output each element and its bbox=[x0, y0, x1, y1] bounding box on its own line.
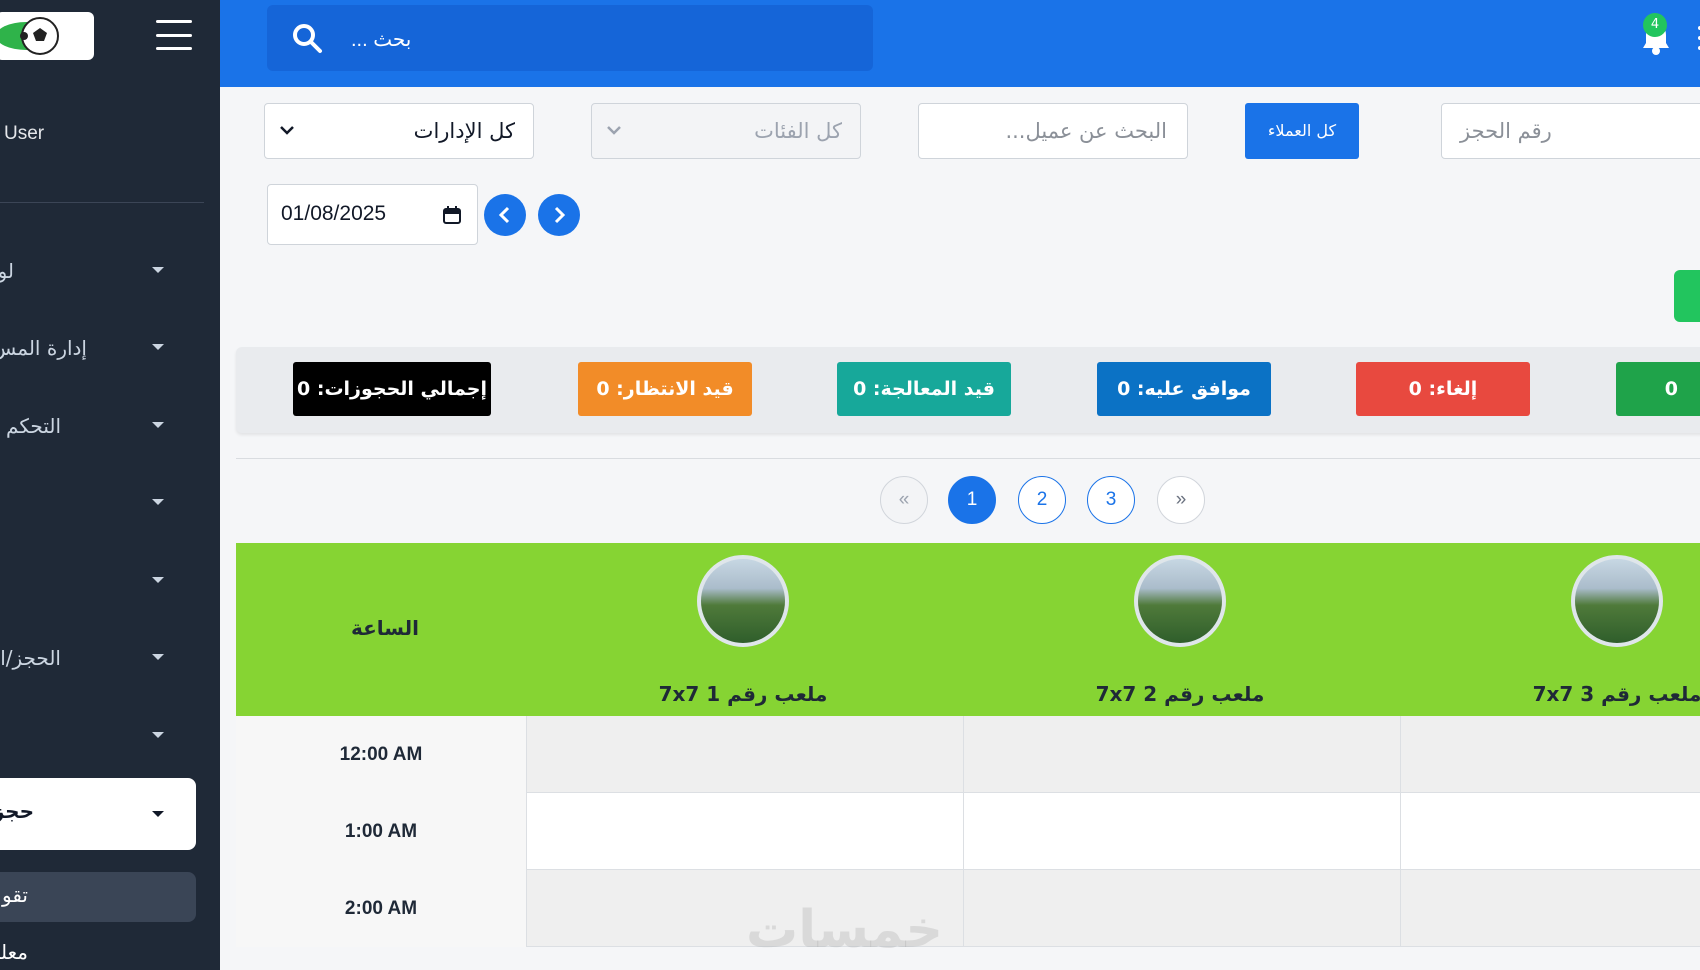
court-column-2[interactable]: ملعب رقم 2 7x7 bbox=[1030, 555, 1330, 706]
soccer-ball-icon bbox=[0, 17, 59, 55]
pagination-next[interactable]: » bbox=[1157, 476, 1205, 524]
chevron-down-icon bbox=[152, 422, 164, 428]
sidebar: User لوحة إدارة المس التحكم ال الحجز/ال bbox=[0, 0, 220, 970]
watermark: خمسات bbox=[746, 900, 944, 960]
chevron-left-icon bbox=[498, 206, 510, 224]
sidebar-item-label: التحكم bbox=[6, 414, 61, 438]
sidebar-item-5[interactable] bbox=[0, 556, 196, 606]
chevron-down-icon bbox=[152, 577, 164, 583]
court-photo bbox=[697, 555, 789, 647]
chevron-down-icon bbox=[152, 267, 164, 273]
table-row: 1:00 AM bbox=[236, 793, 1700, 870]
brand-area bbox=[0, 0, 220, 87]
hamburger-menu-icon[interactable] bbox=[156, 20, 192, 50]
sidebar-item-label: الحجز/ال bbox=[0, 646, 61, 670]
pagination-prev[interactable]: « bbox=[880, 476, 928, 524]
sidebar-item-control[interactable]: التحكم bbox=[0, 401, 196, 451]
divider bbox=[236, 458, 1700, 459]
court-name: ملعب رقم 2 7x7 bbox=[1095, 682, 1265, 706]
pagination-page-3[interactable]: 3 bbox=[1087, 476, 1135, 524]
chevron-right-icon bbox=[554, 206, 566, 224]
time-label: 2:00 AM bbox=[236, 870, 526, 947]
all-customers-button[interactable]: كل العملاء bbox=[1245, 103, 1359, 159]
slot-cell[interactable] bbox=[963, 870, 1400, 947]
sidebar-item-4[interactable]: ال bbox=[0, 478, 196, 528]
departments-select[interactable]: كل الإدارات bbox=[264, 103, 534, 159]
categories-select-value: كل الفئات bbox=[754, 119, 842, 143]
court-name: ملعب رقم 3 7x7 bbox=[1532, 682, 1700, 706]
slot-cell[interactable] bbox=[963, 716, 1400, 793]
sidebar-item-dashboard[interactable]: لوحة bbox=[0, 246, 196, 296]
notification-badge: 4 bbox=[1643, 13, 1667, 37]
logo[interactable] bbox=[0, 12, 94, 60]
search-input[interactable]: ... بحث bbox=[267, 5, 873, 71]
slot-cell[interactable] bbox=[1400, 716, 1700, 793]
sidebar-item-7[interactable] bbox=[0, 711, 196, 761]
search-icon bbox=[293, 24, 322, 53]
chevron-down-icon bbox=[152, 811, 164, 817]
pagination-page-1[interactable]: 1 bbox=[948, 476, 996, 524]
date-value: 01/08/2025 bbox=[281, 202, 387, 225]
sidebar-item-reservations-active[interactable]: حجز bbox=[0, 778, 196, 850]
stat-completed: 0 bbox=[1616, 362, 1700, 416]
next-date-button[interactable] bbox=[538, 194, 580, 236]
slot-cell[interactable] bbox=[526, 793, 963, 870]
schedule-grid: 12:00 AM 1:00 AM 2:00 AM bbox=[236, 716, 1700, 970]
chevron-down-icon bbox=[607, 126, 621, 135]
chevron-down-icon bbox=[152, 654, 164, 660]
hour-column-header: الساعة bbox=[351, 616, 420, 640]
court-column-1[interactable]: ملعب رقم 1 7x7 bbox=[593, 555, 893, 706]
table-row: 2:00 AM bbox=[236, 870, 1700, 947]
sidebar-item-label: لوحة bbox=[0, 259, 14, 283]
slot-cell[interactable] bbox=[526, 716, 963, 793]
stat-pending: قيد الانتظار: 0 bbox=[578, 362, 752, 416]
sidebar-subitem-calendar[interactable]: تقو bbox=[0, 872, 196, 922]
sidebar-item-label: حجز bbox=[0, 799, 34, 823]
customer-search-placeholder: البحث عن عميل... bbox=[1005, 119, 1167, 143]
chevron-down-icon bbox=[152, 499, 164, 505]
time-label: 1:00 AM bbox=[236, 793, 526, 870]
court-name: ملعب رقم 1 7x7 bbox=[658, 682, 828, 706]
search-placeholder: ... بحث bbox=[351, 29, 412, 51]
chevron-down-icon bbox=[152, 344, 164, 350]
court-column-3[interactable]: ملعب رقم 3 7x7 bbox=[1467, 555, 1700, 706]
sidebar-item-booking[interactable]: الحجز/ال bbox=[0, 633, 196, 683]
stat-total: إجمالي الحجوزات: 0 bbox=[293, 362, 491, 416]
stat-approved: موافق عليه: 0 bbox=[1097, 362, 1271, 416]
sidebar-item-label: إدارة المس bbox=[0, 336, 87, 360]
sidebar-subitem-info[interactable]: معلو bbox=[0, 934, 196, 970]
slot-cell[interactable] bbox=[963, 793, 1400, 870]
sidebar-item-management[interactable]: إدارة المس bbox=[0, 323, 196, 373]
top-bar: ... بحث 4 bbox=[220, 0, 1700, 87]
schedule-header: الساعة ملعب رقم 1 7x7 ملعب رقم 2 7x7 ملع… bbox=[236, 543, 1700, 716]
sidebar-subitem-label: تقو bbox=[1, 883, 28, 907]
court-photo bbox=[1571, 555, 1663, 647]
app-root: User لوحة إدارة المس التحكم ال الحجز/ال bbox=[0, 0, 1700, 970]
table-row: 12:00 AM bbox=[236, 716, 1700, 793]
add-booking-button[interactable] bbox=[1674, 270, 1700, 322]
categories-select[interactable]: كل الفئات bbox=[591, 103, 861, 159]
stat-cancelled: إلغاء: 0 bbox=[1356, 362, 1530, 416]
calendar-icon[interactable] bbox=[442, 205, 462, 225]
prev-date-button[interactable] bbox=[484, 194, 526, 236]
chevron-down-icon bbox=[280, 126, 294, 135]
chevron-down-icon bbox=[152, 732, 164, 738]
booking-number-input[interactable]: رقم الحجز bbox=[1441, 103, 1700, 159]
court-photo bbox=[1134, 555, 1226, 647]
slot-cell[interactable] bbox=[1400, 793, 1700, 870]
booking-number-placeholder: رقم الحجز bbox=[1460, 119, 1552, 143]
stats-bar: إجمالي الحجوزات: 0 قيد الانتظار: 0 قيد ا… bbox=[236, 347, 1700, 433]
customer-search-input[interactable]: البحث عن عميل... bbox=[918, 103, 1188, 159]
time-label: 12:00 AM bbox=[236, 716, 526, 793]
slot-cell[interactable] bbox=[1400, 870, 1700, 947]
user-name: User bbox=[4, 123, 45, 144]
sidebar-subitem-label: معلو bbox=[0, 940, 28, 964]
departments-select-value: كل الإدارات bbox=[413, 119, 515, 143]
sidebar-divider bbox=[0, 202, 204, 203]
pagination-page-2[interactable]: 2 bbox=[1018, 476, 1066, 524]
stat-processing: قيد المعالجة: 0 bbox=[837, 362, 1011, 416]
date-input[interactable]: 01/08/2025 bbox=[267, 184, 478, 245]
